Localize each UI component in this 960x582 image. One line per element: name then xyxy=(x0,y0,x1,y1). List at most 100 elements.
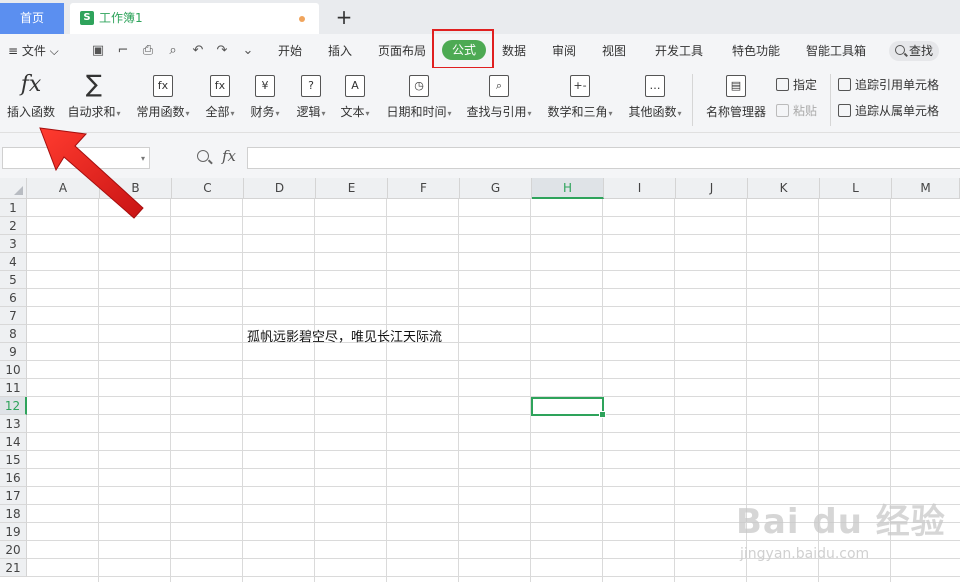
row-header-3[interactable]: 3 xyxy=(0,235,27,253)
menu-view[interactable]: 视图 xyxy=(602,34,626,68)
row-header-1[interactable]: 1 xyxy=(0,199,27,217)
trace-dependents-button[interactable]: 追踪从属单元格 xyxy=(838,102,939,120)
row-header-9[interactable]: 9 xyxy=(0,343,27,361)
row-header-14[interactable]: 14 xyxy=(0,433,27,451)
row-header-13[interactable]: 13 xyxy=(0,415,27,433)
row-header-4[interactable]: 4 xyxy=(0,253,27,271)
column-header-b[interactable]: B xyxy=(100,178,172,199)
search-icon xyxy=(895,45,905,55)
formula-input[interactable] xyxy=(247,147,960,169)
menu-data[interactable]: 数据 xyxy=(502,34,526,68)
customize-toolbar-icon[interactable]: ⌄ xyxy=(240,43,256,59)
select-all-corner[interactable] xyxy=(0,178,27,199)
column-header-k[interactable]: K xyxy=(748,178,820,199)
row-header-15[interactable]: 15 xyxy=(0,451,27,469)
column-header-f[interactable]: F xyxy=(388,178,460,199)
row-header-16[interactable]: 16 xyxy=(0,469,27,487)
row-header-8[interactable]: 8 xyxy=(0,325,27,343)
fx-icon: fx xyxy=(20,72,42,97)
math-trig-button[interactable]: +- 数学和三角▾ xyxy=(542,68,618,132)
name-manager-label: 名称管理器 xyxy=(705,105,766,119)
menu-review[interactable]: 审阅 xyxy=(552,34,576,68)
menu-home[interactable]: 开始 xyxy=(278,34,302,68)
column-header-i[interactable]: I xyxy=(604,178,676,199)
more-functions-button[interactable]: … 其他函数▾ xyxy=(624,68,686,132)
insert-function-label: 插入函数 xyxy=(6,105,55,119)
formulas-ribbon: fx 插入函数 ∑ 自动求和▾ fx 常用函数▾ fx 全部▾ ¥ 财务▾ ? … xyxy=(0,68,960,133)
save-icon[interactable]: ▣ xyxy=(90,43,106,59)
common-functions-label: 常用函数 xyxy=(136,105,185,119)
autosum-button[interactable]: ∑ 自动求和▾ xyxy=(62,68,126,132)
row-header-7[interactable]: 7 xyxy=(0,307,27,325)
trace-precedents-button[interactable]: 追踪引用单元格 xyxy=(838,76,939,94)
row-header-12[interactable]: 12 xyxy=(0,397,27,415)
row-header-18[interactable]: 18 xyxy=(0,505,27,523)
trace-precedents-label: 追踪引用单元格 xyxy=(855,78,940,92)
active-cell-h12[interactable] xyxy=(531,397,606,418)
name-box[interactable]: ▾ xyxy=(2,147,150,169)
column-header-j[interactable]: J xyxy=(676,178,748,199)
insert-function-button[interactable]: fx 插入函数 xyxy=(2,68,60,132)
fx-book-icon: fx xyxy=(210,75,230,97)
trace-dependents-icon xyxy=(838,104,851,117)
row-header-6[interactable]: 6 xyxy=(0,289,27,307)
question-book-icon: ? xyxy=(301,75,321,97)
fx-icon[interactable]: fx xyxy=(222,147,236,165)
new-tab-button[interactable]: + xyxy=(334,4,354,30)
financial-button[interactable]: ¥ 财务▾ xyxy=(244,68,286,132)
row-header-17[interactable]: 17 xyxy=(0,487,27,505)
print-preview-icon[interactable]: ⌕ xyxy=(165,43,181,59)
file-menu[interactable]: ≡ 文件 ⌵ xyxy=(8,34,59,68)
menu-special-features[interactable]: 特色功能 xyxy=(732,34,780,68)
row-header-5[interactable]: 5 xyxy=(0,271,27,289)
zoom-icon[interactable] xyxy=(197,150,209,162)
row-header-2[interactable]: 2 xyxy=(0,217,27,235)
search-book-icon: ⌕ xyxy=(489,75,509,97)
paste-icon xyxy=(776,104,789,117)
lookup-reference-label: 查找与引用 xyxy=(466,105,527,119)
document-tab[interactable]: S 工作簿1 xyxy=(70,3,319,34)
date-time-button[interactable]: ◷ 日期和时间▾ xyxy=(382,68,456,132)
chevron-down-icon[interactable]: ▾ xyxy=(141,154,145,163)
menu-page-layout[interactable]: 页面布局 xyxy=(378,34,426,68)
home-tab[interactable]: 首页 xyxy=(0,3,64,34)
all-functions-button[interactable]: fx 全部▾ xyxy=(200,68,240,132)
name-manager-button[interactable]: ▤ 名称管理器 xyxy=(702,68,770,132)
column-header-l[interactable]: L xyxy=(820,178,892,199)
trace-dependents-label: 追踪从属单元格 xyxy=(855,104,940,118)
common-functions-button[interactable]: fx 常用函数▾ xyxy=(130,68,196,132)
define-label: 指定 xyxy=(793,78,818,92)
column-header-d[interactable]: D xyxy=(244,178,316,199)
column-header-e[interactable]: E xyxy=(316,178,388,199)
text-functions-button[interactable]: A 文本▾ xyxy=(334,68,376,132)
cell-d8-text[interactable]: 孤帆远影碧空尽，唯见长江天际流 xyxy=(247,326,442,345)
menu-developer[interactable]: 开发工具 xyxy=(655,34,703,68)
column-header-h[interactable]: H xyxy=(532,178,604,199)
math-book-icon: +- xyxy=(570,75,590,97)
row-header-21[interactable]: 21 xyxy=(0,559,27,577)
sum-icon: ∑ xyxy=(85,70,103,98)
row-header-20[interactable]: 20 xyxy=(0,541,27,559)
redo-icon[interactable]: ↷ xyxy=(214,43,230,59)
column-header-a[interactable]: A xyxy=(27,178,100,199)
undo-icon[interactable]: ↶ xyxy=(190,43,206,59)
search-button[interactable]: 查找 xyxy=(889,41,939,61)
column-header-m[interactable]: M xyxy=(892,178,960,199)
lookup-reference-button[interactable]: ⌕ 查找与引用▾ xyxy=(462,68,536,132)
format-painter-icon[interactable]: ⌐ xyxy=(115,43,131,59)
paste-name-button[interactable]: 粘贴 xyxy=(776,102,817,120)
menu-smart-toolbox[interactable]: 智能工具箱 xyxy=(806,34,866,68)
define-name-button[interactable]: 指定 xyxy=(776,76,817,94)
logical-button[interactable]: ? 逻辑▾ xyxy=(290,68,332,132)
print-icon[interactable]: ⎙ xyxy=(140,43,156,59)
column-header-c[interactable]: C xyxy=(172,178,244,199)
math-trig-label: 数学和三角 xyxy=(547,105,608,119)
row-header-19[interactable]: 19 xyxy=(0,523,27,541)
row-header-10[interactable]: 10 xyxy=(0,361,27,379)
menu-insert[interactable]: 插入 xyxy=(328,34,352,68)
formula-bar: ▾ fx xyxy=(0,133,960,178)
row-header-11[interactable]: 11 xyxy=(0,379,27,397)
more-functions-label: 其他函数 xyxy=(628,105,677,119)
financial-label: 财务 xyxy=(250,105,275,119)
column-header-g[interactable]: G xyxy=(460,178,532,199)
